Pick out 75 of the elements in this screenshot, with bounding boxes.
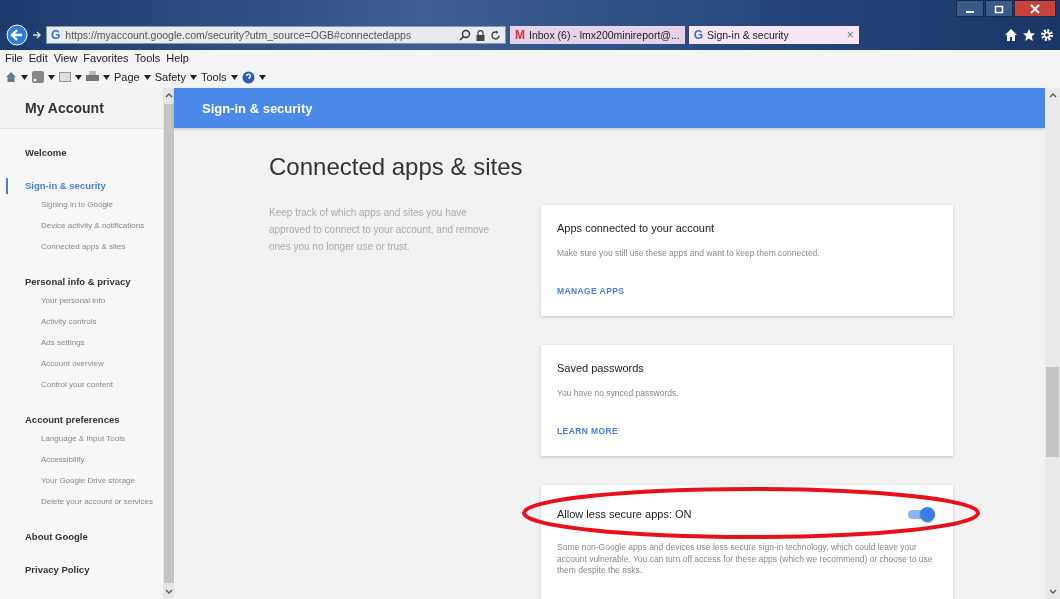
sidebar-item[interactable]: Account overview bbox=[0, 353, 163, 374]
address-bar[interactable]: G https://myaccount.google.com/security?utm_source=OGB#connectedapps bbox=[46, 26, 506, 44]
sidebar-item[interactable]: Connected apps & sites bbox=[0, 236, 163, 257]
sidebar-section[interactable]: Personal info & privacy bbox=[6, 274, 163, 290]
home-icon[interactable] bbox=[1004, 28, 1018, 42]
sidebar-item[interactable]: Your Google Drive storage bbox=[0, 470, 163, 491]
back-icon[interactable] bbox=[6, 24, 28, 46]
chevron-up-icon[interactable] bbox=[164, 92, 173, 98]
site-icon: G bbox=[51, 28, 61, 42]
sidebar-item[interactable]: Activity controls bbox=[0, 311, 163, 332]
caret-icon[interactable] bbox=[143, 74, 151, 80]
sidebar-section[interactable]: Privacy Policy bbox=[6, 562, 163, 578]
command-menu[interactable]: Safety bbox=[154, 71, 186, 83]
sidebar-item[interactable]: Ads settings bbox=[0, 332, 163, 353]
search-icon[interactable] bbox=[459, 29, 471, 41]
help-icon[interactable] bbox=[241, 70, 255, 84]
restore-icon[interactable] bbox=[985, 0, 1013, 17]
close-icon[interactable] bbox=[1014, 0, 1056, 17]
settings-icon[interactable] bbox=[1040, 28, 1054, 42]
chevron-up-icon[interactable] bbox=[1048, 92, 1057, 98]
header-title: Sign-in & security bbox=[202, 100, 313, 116]
card-text: You have no synced passwords. bbox=[557, 388, 680, 400]
sidebar-section[interactable]: About Google bbox=[6, 529, 163, 545]
card-title: Saved passwords bbox=[557, 362, 644, 374]
forward-icon[interactable] bbox=[32, 30, 42, 40]
caret-icon[interactable] bbox=[75, 74, 82, 80]
site-icon: M bbox=[515, 28, 525, 42]
command-menu[interactable]: Tools bbox=[200, 71, 227, 83]
browser-tab[interactable]: M Inbox (6) - lmx200minireport@... bbox=[510, 26, 685, 44]
menu-item[interactable]: Help bbox=[166, 52, 189, 64]
scrollbar-thumb[interactable] bbox=[1046, 367, 1059, 457]
tab-label: Inbox (6) - lmx200minireport@... bbox=[529, 29, 680, 41]
star-icon[interactable] bbox=[1022, 28, 1036, 42]
chevron-down-icon[interactable] bbox=[164, 589, 173, 595]
caret-icon[interactable] bbox=[21, 74, 28, 80]
sidebar-item[interactable]: Control your content bbox=[0, 374, 163, 395]
card-link[interactable]: MANAGE APPS bbox=[557, 285, 625, 296]
caret-icon[interactable] bbox=[103, 74, 110, 80]
menu-item[interactable]: Favorites bbox=[83, 52, 129, 64]
site-icon: G bbox=[693, 28, 704, 42]
menu-item[interactable]: File bbox=[5, 52, 23, 64]
card-title: Apps connected to your account bbox=[557, 222, 715, 234]
sidebar-item[interactable]: Accessibility bbox=[0, 449, 163, 470]
page-description: Keep track of which apps and sites you have approved to connect to your account, and remove ones you no longer use or trust. bbox=[269, 206, 491, 254]
menu-item[interactable]: View bbox=[53, 52, 78, 64]
page-title: Connected apps & sites bbox=[269, 152, 523, 182]
caret-icon[interactable] bbox=[189, 74, 197, 80]
tab-label: Sign-in & security bbox=[707, 29, 790, 41]
toggle-switch[interactable] bbox=[908, 509, 932, 519]
sidebar-section[interactable]: Account preferences bbox=[6, 412, 163, 428]
sidebar-item[interactable]: Delete your account or services bbox=[0, 491, 163, 512]
menu-item[interactable]: Edit bbox=[28, 52, 48, 64]
close-icon[interactable]: × bbox=[846, 28, 854, 42]
chevron-down-icon[interactable] bbox=[1048, 589, 1057, 595]
card-link[interactable]: LEARN MORE bbox=[557, 425, 619, 436]
sidebar-title: My Account bbox=[25, 100, 104, 116]
printer-icon[interactable] bbox=[86, 71, 99, 83]
lock-icon bbox=[476, 29, 485, 41]
caret-icon[interactable] bbox=[230, 74, 238, 80]
sidebar-item[interactable]: Signing in to Google bbox=[0, 194, 163, 215]
sidebar-item[interactable]: Language & Input Tools bbox=[0, 428, 163, 449]
caret-icon[interactable] bbox=[48, 74, 55, 80]
page-scrollbar[interactable] bbox=[1045, 88, 1060, 599]
sidebar-section[interactable]: Welcome bbox=[6, 145, 163, 161]
card-text: Some non-Google apps and devices use less secure sign-in technology, which could leave your account vulnerable. You can turn off access for these apps (which we recommend) or choose to use them despite the risks. bbox=[557, 542, 934, 577]
card-title: Allow less secure apps: ON bbox=[557, 508, 692, 520]
command-menu[interactable]: Page bbox=[114, 71, 140, 83]
minimize-icon[interactable] bbox=[956, 0, 984, 17]
sidebar-item[interactable]: Your personal info bbox=[0, 290, 163, 311]
sidebar-item[interactable]: Device activity & notifications bbox=[0, 215, 163, 236]
refresh-icon[interactable] bbox=[490, 29, 501, 41]
browser-tab[interactable]: G Sign-in & security × bbox=[688, 26, 859, 44]
menu-item[interactable]: Tools bbox=[134, 52, 161, 64]
card-text: Make sure you still use these apps and want to keep them connected. bbox=[557, 248, 821, 260]
caret-icon[interactable] bbox=[258, 74, 266, 80]
